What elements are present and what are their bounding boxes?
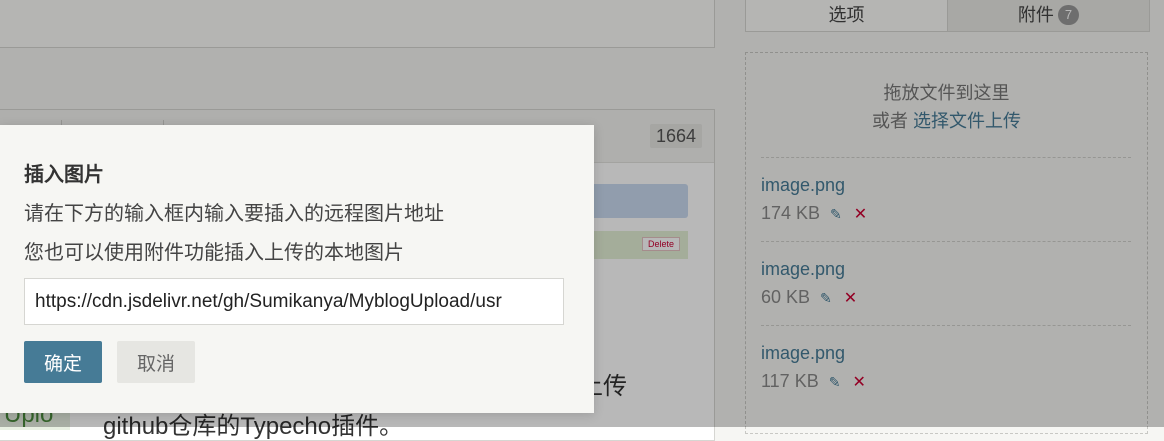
cancel-button[interactable]: 取消 (117, 341, 195, 383)
image-url-input[interactable] (24, 278, 564, 325)
insert-image-dialog: 插入图片 请在下方的输入框内输入要插入的远程图片地址 您也可以使用附件功能插入上… (0, 125, 594, 413)
dialog-hint: 您也可以使用附件功能插入上传的本地图片 (24, 242, 404, 264)
confirm-button[interactable]: 确定 (24, 341, 102, 383)
dialog-title: 插入图片 (24, 164, 104, 186)
dialog-instruction: 请在下方的输入框内输入要插入的远程图片地址 (24, 203, 444, 225)
